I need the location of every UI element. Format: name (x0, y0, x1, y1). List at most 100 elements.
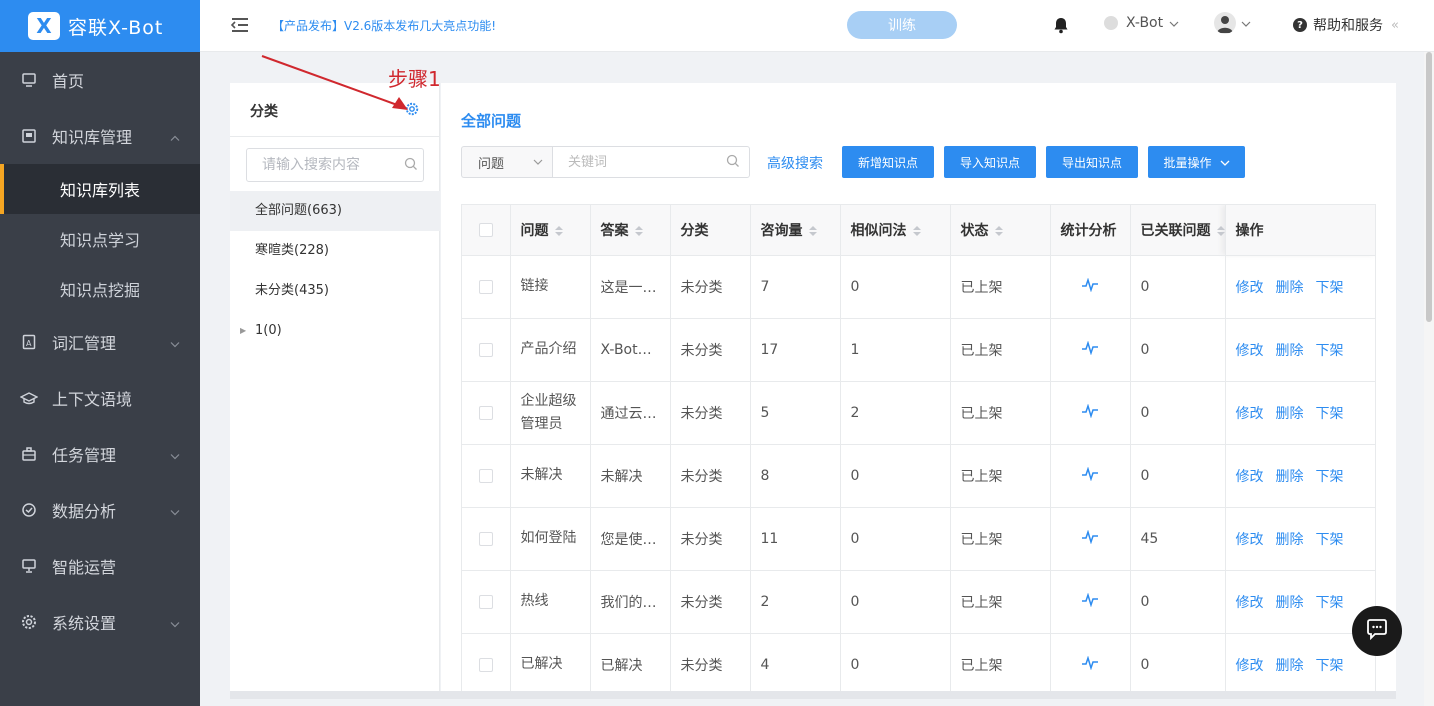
top-header: 【产品发布】V2.6版本发布几大亮点功能! 训练 X-Bot ? 帮助和服务 « (200, 0, 1434, 52)
double-chevron-left-icon[interactable]: « (1391, 18, 1399, 33)
off-shelf-link[interactable]: 下架 (1316, 532, 1344, 548)
row-checkbox[interactable] (478, 657, 493, 672)
col-header-answer[interactable]: 答案 (590, 205, 671, 256)
sidebar-item-analytics[interactable]: 数据分析 (0, 482, 200, 538)
category-item-all[interactable]: 全部问题(663) (230, 191, 440, 231)
sidebar-subitem-kb-list[interactable]: 知识库列表 (0, 164, 200, 214)
sidebar-item-home[interactable]: 首页 (0, 52, 200, 108)
chat-support-button[interactable] (1352, 606, 1402, 656)
sort-icon[interactable] (1216, 225, 1225, 236)
category-item-uncategorized[interactable]: 未分类(435) (230, 271, 440, 311)
category-item-greetings[interactable]: 寒暄类(228) (230, 231, 440, 271)
app-logo[interactable]: X 容联X-Bot (0, 0, 200, 52)
sort-icon[interactable] (554, 225, 563, 236)
off-shelf-link[interactable]: 下架 (1316, 406, 1344, 422)
keyword-search-input[interactable] (552, 146, 750, 178)
export-knowledge-button[interactable]: 导出知识点 (1046, 146, 1138, 178)
off-shelf-link[interactable]: 下架 (1316, 595, 1344, 611)
sort-icon[interactable] (634, 225, 643, 236)
off-shelf-link[interactable]: 下架 (1316, 280, 1344, 296)
caret-right-icon[interactable]: ▶ (240, 311, 246, 351)
delete-link[interactable]: 删除 (1276, 658, 1304, 674)
edit-link[interactable]: 修改 (1236, 658, 1264, 674)
sort-icon[interactable] (994, 225, 1003, 236)
search-icon[interactable] (404, 157, 418, 175)
bot-switcher[interactable]: X-Bot (1104, 15, 1179, 31)
edit-link[interactable]: 修改 (1236, 343, 1264, 359)
book-icon (20, 127, 38, 145)
col-header-similar[interactable]: 相似问法 (840, 205, 951, 256)
select-all-checkbox[interactable] (478, 222, 493, 237)
delete-link[interactable]: 删除 (1276, 406, 1304, 422)
sidebar-subitem-kb-learning[interactable]: 知识点学习 (0, 214, 200, 264)
cell-status: 已上架 (950, 633, 1051, 693)
sidebar-item-context[interactable]: 上下文语境 (0, 370, 200, 426)
page-scrollbar[interactable] (1424, 52, 1434, 706)
sidebar-item-knowledge-base[interactable]: 知识库管理 (0, 108, 200, 164)
delete-link[interactable]: 删除 (1276, 595, 1304, 611)
row-checkbox[interactable] (478, 468, 493, 483)
off-shelf-link[interactable]: 下架 (1316, 343, 1344, 359)
sidebar-item-label: 智能运营 (52, 558, 117, 577)
row-checkbox[interactable] (478, 342, 493, 357)
edit-link[interactable]: 修改 (1236, 532, 1264, 548)
row-checkbox[interactable] (478, 531, 493, 546)
sidebar-item-tasks[interactable]: 任务管理 (0, 426, 200, 482)
col-header-count[interactable]: 咨询量 (750, 205, 841, 256)
sidebar-item-vocabulary[interactable]: A 词汇管理 (0, 314, 200, 370)
gauge-icon (20, 501, 38, 519)
search-icon[interactable] (726, 154, 740, 172)
cell-category: 未分类 (670, 633, 751, 693)
sidebar-subitem-kb-mining[interactable]: 知识点挖掘 (0, 264, 200, 314)
row-checkbox[interactable] (478, 594, 493, 609)
help-and-service-link[interactable]: ? 帮助和服务 « (1293, 15, 1399, 35)
pulse-chart-icon[interactable] (1081, 592, 1099, 611)
pulse-chart-icon[interactable] (1081, 655, 1099, 674)
sidebar-item-settings[interactable]: 系统设置 (0, 594, 200, 650)
pulse-chart-icon[interactable] (1081, 340, 1099, 359)
off-shelf-link[interactable]: 下架 (1316, 658, 1344, 674)
delete-link[interactable]: 删除 (1276, 469, 1304, 485)
row-checkbox[interactable] (478, 405, 493, 420)
delete-link[interactable]: 删除 (1276, 280, 1304, 296)
table-horizontal-scrollbar[interactable] (230, 691, 1396, 699)
sort-icon[interactable] (912, 225, 921, 236)
edit-link[interactable]: 修改 (1236, 595, 1264, 611)
cell-linked: 0 (1130, 570, 1226, 634)
category-list: 全部问题(663) 寒暄类(228) 未分类(435) ▶ 1(0) (230, 191, 440, 351)
scrollbar-thumb[interactable] (1426, 52, 1432, 322)
release-notice-link[interactable]: 【产品发布】V2.6版本发布几大亮点功能! (272, 17, 496, 34)
sort-icon[interactable] (808, 225, 817, 236)
category-search-input[interactable] (246, 148, 424, 182)
category-item-1[interactable]: ▶ 1(0) (230, 311, 440, 351)
advanced-search-link[interactable]: 高级搜索 (767, 153, 823, 173)
pulse-chart-icon[interactable] (1081, 277, 1099, 296)
col-header-question[interactable]: 问题 (510, 205, 591, 256)
monitor-icon (20, 71, 38, 89)
delete-link[interactable]: 删除 (1276, 343, 1304, 359)
sidebar-item-operations[interactable]: 智能运营 (0, 538, 200, 594)
cell-answer: 这是一… (590, 255, 671, 319)
bell-icon[interactable] (1053, 16, 1069, 38)
user-menu[interactable] (1214, 12, 1251, 34)
chevron-down-icon (1220, 155, 1230, 169)
pulse-chart-icon[interactable] (1081, 403, 1099, 422)
edit-link[interactable]: 修改 (1236, 469, 1264, 485)
train-button[interactable]: 训练 (847, 11, 957, 39)
edit-link[interactable]: 修改 (1236, 280, 1264, 296)
import-knowledge-button[interactable]: 导入知识点 (944, 146, 1036, 178)
col-header-status[interactable]: 状态 (950, 205, 1051, 256)
off-shelf-link[interactable]: 下架 (1316, 469, 1344, 485)
row-checkbox[interactable] (478, 279, 493, 294)
col-header-linked[interactable]: 已关联问题 (1130, 205, 1226, 256)
batch-operations-button[interactable]: 批量操作 (1148, 146, 1245, 178)
pulse-chart-icon[interactable] (1081, 466, 1099, 485)
add-knowledge-button[interactable]: 新增知识点 (842, 146, 934, 178)
delete-link[interactable]: 删除 (1276, 532, 1304, 548)
edit-link[interactable]: 修改 (1236, 406, 1264, 422)
row-select-cell (462, 444, 511, 508)
pulse-chart-icon[interactable] (1081, 529, 1099, 548)
cell-answer: 未解决 (590, 444, 671, 508)
search-field-select[interactable]: 问题 (461, 146, 553, 178)
menu-toggle-icon[interactable] (230, 16, 250, 38)
